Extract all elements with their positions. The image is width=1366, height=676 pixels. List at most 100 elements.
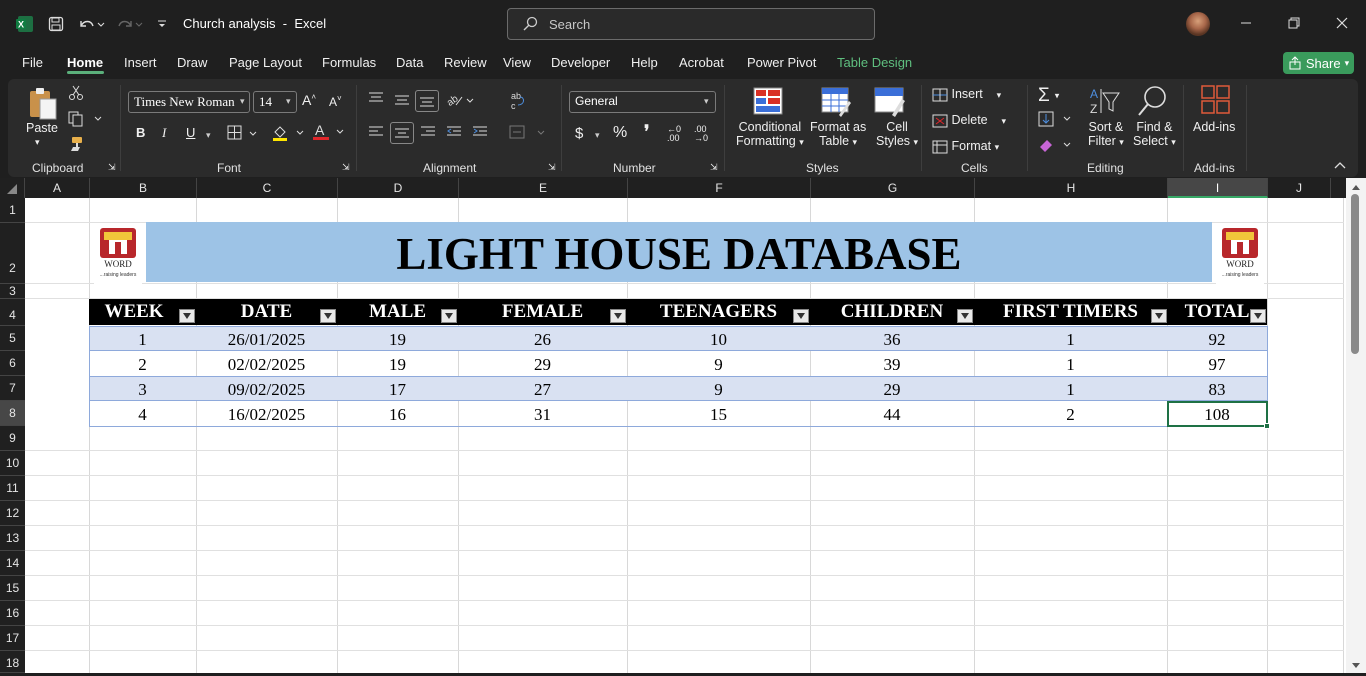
borders-icon[interactable] [227,125,257,144]
tab-data[interactable]: Data [396,55,423,70]
row-header[interactable]: 5 [0,326,25,351]
cell-total[interactable]: 97 [1167,352,1267,377]
cell-styles-button[interactable]: Cell Styles ▾ [876,120,918,148]
tab-formulas[interactable]: Formulas [322,55,376,70]
row-header[interactable]: 12 [0,501,25,526]
paste-button[interactable] [26,85,58,126]
fill-color-icon[interactable] [272,124,304,145]
row-header[interactable]: 13 [0,526,25,551]
number-launcher-icon[interactable]: ⇲ [710,162,718,173]
row-header[interactable]: 3 [0,284,25,299]
header-female[interactable]: FEMALE [458,299,627,325]
scrollbar-thumb[interactable] [1351,194,1359,354]
row-header[interactable]: 10 [0,451,25,476]
header-week[interactable]: WEEK [89,299,179,325]
underline-chevron-icon[interactable]: ▾ [206,130,211,141]
font-size-chevron-icon[interactable]: ▾ [286,96,291,107]
font-color-icon[interactable]: A [312,122,344,144]
column-header[interactable]: G [811,178,975,198]
find-select-button[interactable]: Find & Select ▾ [1133,120,1176,148]
church-logo-right[interactable]: WORD ...raising leaders [1216,224,1264,284]
cell-week[interactable]: 2 [89,352,196,377]
tab-page-layout[interactable]: Page Layout [229,55,302,70]
select-all-corner[interactable] [0,178,25,198]
fill-icon[interactable] [1038,111,1072,130]
tab-home[interactable]: Home [67,55,103,70]
row-header[interactable]: 9 [0,426,25,451]
italic-icon[interactable]: I [162,125,166,141]
row-header[interactable]: 1 [0,198,25,223]
row-header[interactable]: 2 [0,223,25,284]
share-button[interactable]: Share ▾ [1283,52,1354,74]
cell-male[interactable]: 19 [337,352,458,377]
save-icon[interactable] [46,14,66,34]
column-header[interactable]: D [338,178,459,198]
cell-total[interactable]: 92 [1167,327,1267,352]
percent-icon[interactable]: % [613,124,627,142]
tab-view[interactable]: View [503,55,531,70]
cell-female[interactable]: 27 [458,377,627,402]
column-header[interactable]: E [459,178,628,198]
column-header[interactable]: J [1268,178,1331,198]
row-header[interactable]: 14 [0,551,25,576]
column-header[interactable]: H [975,178,1168,198]
fill-handle[interactable] [1264,423,1270,429]
row-header-selected[interactable]: 8 [0,401,25,426]
font-launcher-icon[interactable]: ⇲ [342,162,350,173]
cell-children[interactable]: 44 [810,402,974,427]
header-first-timers[interactable]: FIRST TIMERS [974,299,1167,325]
filter-dropdown-icon[interactable] [179,309,195,323]
row-header[interactable]: 4 [0,299,25,326]
bold-icon[interactable]: B [136,125,145,140]
filter-dropdown-icon[interactable] [441,309,457,323]
decrease-font-icon[interactable]: A˅ [329,94,342,109]
filter-dropdown-icon[interactable] [1151,309,1167,323]
tab-review[interactable]: Review [444,55,487,70]
filter-dropdown-icon[interactable] [320,309,336,323]
tab-file[interactable]: File [22,55,43,70]
autosum-icon[interactable]: Σ ▾ [1038,85,1059,107]
align-middle-icon[interactable] [394,93,410,110]
restore-icon[interactable] [1284,13,1304,33]
search-box[interactable]: Search [507,8,875,40]
comma-style-icon[interactable]: ❜ [644,122,649,142]
column-header[interactable]: C [197,178,338,198]
row-header[interactable]: 11 [0,476,25,501]
number-format-chevron-icon[interactable]: ▾ [704,96,709,107]
cell-male[interactable]: 17 [337,377,458,402]
align-right-icon[interactable] [420,125,436,142]
font-name-chevron-icon[interactable]: ▾ [240,96,245,107]
cell-teenagers[interactable]: 10 [627,327,810,352]
tab-acrobat[interactable]: Acrobat [679,55,724,70]
conditional-formatting-icon[interactable] [753,87,783,118]
conditional-formatting-button[interactable]: Conditional Formatting ▾ [736,120,804,148]
cell-total[interactable]: 83 [1167,377,1267,402]
cell-teenagers[interactable]: 9 [627,352,810,377]
cell-female[interactable]: 31 [458,402,627,427]
cell-first-timers[interactable]: 1 [974,327,1167,352]
row-header[interactable]: 6 [0,351,25,376]
cell-male[interactable]: 19 [337,327,458,352]
currency-chevron-icon[interactable]: ▾ [595,130,600,141]
cell-children[interactable]: 36 [810,327,974,352]
insert-cells-button[interactable]: Insert ▾ [932,87,1001,102]
decrease-indent-icon[interactable] [446,125,462,142]
alignment-launcher-icon[interactable]: ⇲ [548,162,556,173]
increase-decimal-icon[interactable]: ←0.00 [667,125,681,143]
cell-teenagers[interactable]: 9 [627,377,810,402]
number-format-box[interactable]: General [569,91,716,113]
scroll-up-icon[interactable] [1346,180,1366,194]
clear-icon[interactable] [1038,137,1072,156]
column-header[interactable]: B [90,178,197,198]
row-header[interactable]: 16 [0,601,25,626]
row-header[interactable]: 15 [0,576,25,601]
add-ins-icon[interactable] [1201,85,1231,118]
worksheet[interactable]: A B C D E F G H I J 1 2 3 4 5 6 7 8 9 10… [0,178,1366,673]
row-header[interactable]: 18 [0,651,25,673]
cell-date[interactable]: 09/02/2025 [196,377,337,402]
collapse-ribbon-icon[interactable] [1334,159,1346,173]
tab-developer[interactable]: Developer [551,55,610,70]
cell-children[interactable]: 39 [810,352,974,377]
church-logo-left[interactable]: WORD ...raising leaders [94,224,142,284]
clipboard-launcher-icon[interactable]: ⇲ [108,162,116,173]
